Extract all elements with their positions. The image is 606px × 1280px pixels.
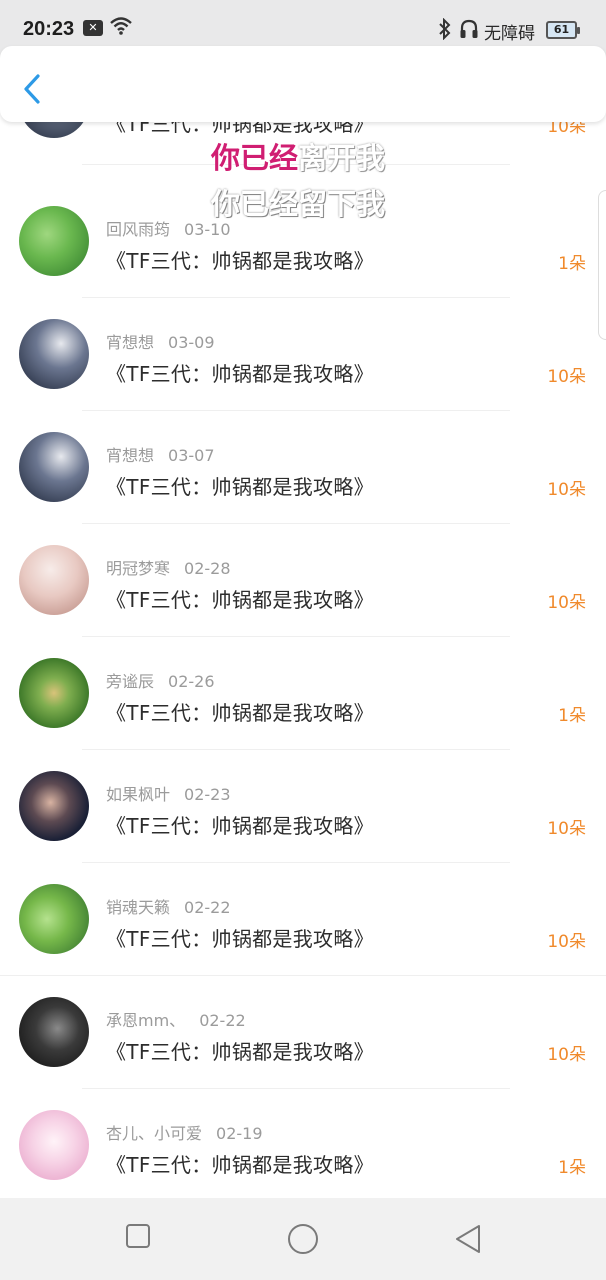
item-amount: 1朵 (558, 706, 586, 726)
list-item[interactable]: 明冠梦寒 02-28 《TF三代：帅锅都是我攻略》 10朵 (0, 520, 606, 637)
avatar (19, 658, 89, 728)
item-amount: 1朵 (558, 1158, 586, 1178)
system-back-button[interactable] (453, 1222, 483, 1260)
item-date: 02-22 (184, 898, 231, 917)
user-name: 宵想想 (106, 446, 155, 465)
list-item[interactable]: 承恩mm、 02-22 《TF三代：帅锅都是我攻略》 10朵 (0, 972, 606, 1089)
item-amount: 10朵 (547, 1045, 586, 1065)
home-button[interactable] (286, 1222, 320, 1260)
lyric-rest: 离开我 (298, 141, 386, 175)
list-item[interactable]: 如果枫叶 02-23 《TF三代：帅锅都是我攻略》 10朵 (0, 746, 606, 863)
list-item[interactable]: 杏儿、小可爱 02-19 《TF三代：帅锅都是我攻略》 1朵 (0, 1085, 606, 1198)
item-amount: 10朵 (547, 480, 586, 500)
item-meta: 承恩mm、 02-22 (106, 1007, 246, 1031)
item-amount: 10朵 (547, 367, 586, 387)
chevron-left-icon (24, 74, 40, 104)
item-date: 03-07 (168, 446, 215, 465)
avatar (19, 997, 89, 1067)
user-name: 承恩mm、 (106, 1011, 186, 1030)
triangle-back-icon (456, 1225, 480, 1253)
wifi-icon (110, 16, 132, 40)
back-button[interactable] (18, 68, 48, 108)
item-date: 02-23 (184, 785, 231, 804)
item-date: 03-09 (168, 333, 215, 352)
lyric-overlay-line2: 你已经留下我 (211, 187, 386, 221)
battery-indicator: 61 (546, 21, 580, 39)
item-date: 02-28 (184, 559, 231, 578)
avatar (19, 545, 89, 615)
item-amount: 10朵 (547, 932, 586, 952)
item-title: 《TF三代：帅锅都是我攻略》 (106, 814, 374, 838)
system-nav-bar (0, 1198, 606, 1280)
avatar (19, 1110, 89, 1180)
user-name: 宵想想 (106, 333, 155, 352)
lyric-highlight: 你已经 (211, 141, 299, 175)
accessibility-label: 无障碍 (484, 24, 535, 44)
item-meta: 杏儿、小可爱 02-19 (106, 1120, 263, 1144)
avatar (19, 432, 89, 502)
list-item[interactable]: 宵想想 03-07 《TF三代：帅锅都是我攻略》 10朵 (0, 407, 606, 524)
status-time: 20:23 (23, 18, 75, 40)
circle-icon (288, 1224, 318, 1254)
item-amount: 10朵 (547, 593, 586, 613)
avatar (19, 884, 89, 954)
header-bar (0, 46, 606, 122)
user-name: 明冠梦寒 (106, 559, 171, 578)
item-title: 《TF三代：帅锅都是我攻略》 (106, 362, 374, 386)
item-title: 《TF三代：帅锅都是我攻略》 (106, 475, 374, 499)
user-name: 杏儿、小可爱 (106, 1124, 203, 1143)
list-item[interactable]: 宵想想 03-09 《TF三代：帅锅都是我攻略》 10朵 (0, 294, 606, 411)
item-meta: 销魂天籁 02-22 (106, 894, 231, 918)
list-item[interactable]: 旁谧辰 02-26 《TF三代：帅锅都是我攻略》 1朵 (0, 633, 606, 750)
item-title: 《TF三代：帅锅都是我攻略》 (106, 1040, 374, 1064)
list-item[interactable]: 销魂天籁 02-22 《TF三代：帅锅都是我攻略》 10朵 (0, 859, 606, 976)
user-name: 如果枫叶 (106, 785, 171, 804)
user-name: 销魂天籁 (106, 898, 171, 917)
item-meta: 宵想想 03-09 (106, 329, 215, 353)
lyric-overlay-line1: 你已经离开我 (211, 135, 385, 177)
item-meta: 如果枫叶 02-23 (106, 781, 231, 805)
item-date: 02-19 (216, 1124, 263, 1143)
item-meta: 宵想想 03-07 (106, 442, 215, 466)
item-title: 《TF三代：帅锅都是我攻略》 (106, 249, 374, 273)
item-amount: 1朵 (558, 254, 586, 274)
item-amount: 10朵 (547, 819, 586, 839)
item-date: 02-26 (168, 672, 215, 691)
headset-icon (459, 18, 479, 44)
avatar (19, 206, 89, 276)
item-title: 《TF三代：帅锅都是我攻略》 (106, 588, 374, 612)
item-title: 《TF三代：帅锅都是我攻略》 (106, 927, 374, 951)
user-name: 回风雨筠 (106, 220, 171, 239)
notification-icon: ✕ (83, 20, 103, 36)
user-name: 旁谧辰 (106, 672, 155, 691)
item-meta: 明冠梦寒 02-28 (106, 555, 231, 579)
recent-apps-button[interactable] (124, 1222, 152, 1254)
item-title: 《TF三代：帅锅都是我攻略》 (106, 1153, 374, 1177)
item-title: 《TF三代：帅锅都是我攻略》 (106, 701, 374, 725)
item-meta: 旁谧辰 02-26 (106, 668, 215, 692)
bluetooth-icon (437, 17, 453, 44)
item-date: 02-22 (199, 1011, 246, 1030)
side-drawer-handle[interactable] (598, 190, 606, 340)
square-icon (126, 1224, 150, 1248)
avatar (19, 319, 89, 389)
avatar (19, 771, 89, 841)
